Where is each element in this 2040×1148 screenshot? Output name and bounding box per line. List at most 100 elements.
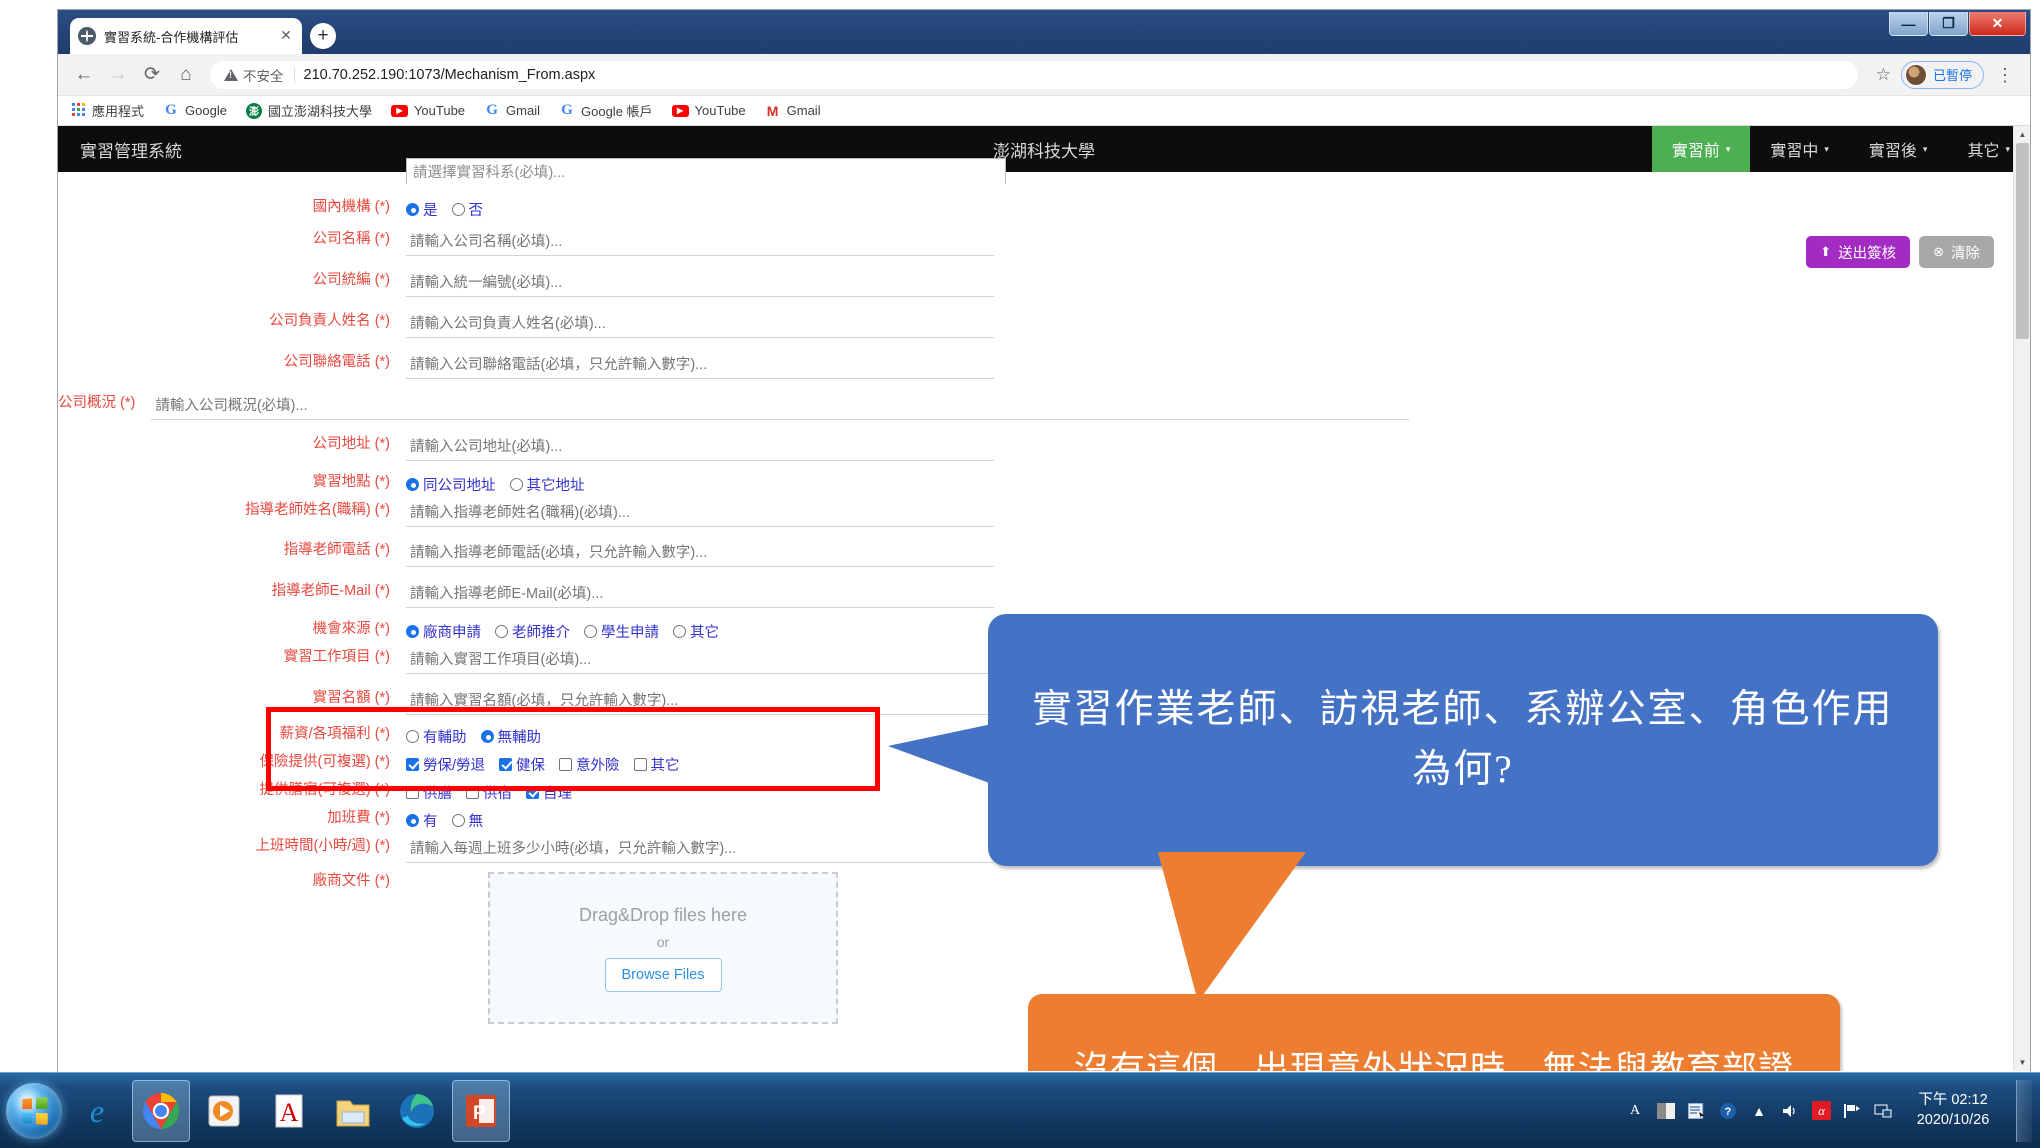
nav-label: 實習中 xyxy=(1770,143,1819,160)
radio-option-has-overtime[interactable]: 有 xyxy=(406,810,438,831)
nav-item-after-internship[interactable]: 實習後 ▾ xyxy=(1849,126,1948,172)
bookmark-star-icon[interactable]: ☆ xyxy=(1876,65,1891,85)
tax-id-input[interactable] xyxy=(406,271,994,297)
company-phone-input[interactable] xyxy=(406,353,994,379)
company-address-input[interactable] xyxy=(406,435,994,461)
company-profile-input[interactable] xyxy=(151,394,1410,420)
department-select[interactable]: 請選擇實習科系(必填)... xyxy=(406,158,1006,184)
radio-option-no[interactable]: 否 xyxy=(451,199,483,220)
bookmark-gmail-1[interactable]: G Gmail xyxy=(484,102,540,119)
browse-files-button[interactable]: Browse Files xyxy=(604,957,722,992)
radio-option-same-address[interactable]: 同公司地址 xyxy=(406,474,496,495)
owner-name-input[interactable] xyxy=(406,312,994,338)
nav-item-before-internship[interactable]: 實習前 ▾ xyxy=(1651,126,1751,172)
form-field xyxy=(406,582,1058,608)
form-label: 指導老師姓名(職稱) (*) xyxy=(245,502,390,518)
radio-icon xyxy=(406,729,419,743)
close-icon[interactable]: ✕ xyxy=(278,28,294,44)
not-secure-indicator[interactable]: 不安全 xyxy=(224,65,284,85)
ime-pad-icon[interactable] xyxy=(1686,1100,1708,1122)
quota-input[interactable] xyxy=(406,689,994,715)
checkbox-option-lodging[interactable]: 供宿 xyxy=(466,782,512,803)
checkbox-option-self-arranged[interactable]: 自理 xyxy=(526,782,572,803)
checkbox-option-labor-insurance[interactable]: 勞保/勞退 xyxy=(406,754,485,775)
teacher-email-input[interactable] xyxy=(406,582,994,608)
radio-option-other[interactable]: 其它 xyxy=(673,621,719,642)
back-icon[interactable]: ← xyxy=(68,59,100,91)
form-row-internship-location: 實習地點 (*) 同公司地址 其它地址 xyxy=(58,473,1058,495)
taskbar-powerpoint[interactable]: P xyxy=(452,1079,510,1142)
radio-option-subsidized[interactable]: 有輔助 xyxy=(406,726,467,747)
taskbar-google-chrome[interactable] xyxy=(132,1079,190,1142)
checkbox-label: 勞保/勞退 xyxy=(423,757,486,774)
radio-option-no-overtime[interactable]: 無 xyxy=(451,810,483,831)
chevron-down-icon: ▾ xyxy=(1824,143,1829,154)
taskbar-adobe-reader[interactable]: A xyxy=(260,1080,318,1142)
home-icon[interactable]: ⌂ xyxy=(170,59,202,91)
browser-tab[interactable]: 實習系統-合作機構評估 ✕ xyxy=(70,18,302,54)
bookmark-youtube-1[interactable]: ▶ YouTube xyxy=(390,103,465,118)
form-label: 指導老師電話 (*) xyxy=(283,542,390,558)
network-flag-icon[interactable] xyxy=(1841,1100,1863,1122)
reload-icon[interactable]: ⟳ xyxy=(136,59,168,91)
checkbox-option-meals[interactable]: 供膳 xyxy=(406,782,452,803)
profile-chip[interactable]: 已暫停 xyxy=(1900,60,1984,89)
address-bar[interactable]: 不安全 210.70.252.190:1073/Mechanism_From.a… xyxy=(210,60,1858,89)
work-hours-input[interactable] xyxy=(406,837,994,863)
company-name-input[interactable] xyxy=(406,230,994,256)
clear-button[interactable]: ⊗ 清除 xyxy=(1919,236,1994,268)
checkbox-icon xyxy=(633,757,647,771)
scrollbar-thumb[interactable] xyxy=(2016,143,2029,339)
checkbox-option-health-insurance[interactable]: 健保 xyxy=(499,754,545,775)
bookmark-npu[interactable]: 澎 國立澎湖科技大學 xyxy=(245,101,372,120)
show-desktop-button[interactable] xyxy=(2016,1079,2032,1142)
taskbar-microsoft-edge[interactable] xyxy=(388,1080,446,1142)
not-secure-label: 不安全 xyxy=(243,68,284,84)
radio-option-other-address[interactable]: 其它地址 xyxy=(509,474,585,495)
page-scrollbar[interactable]: ▲ ▼ xyxy=(2013,126,2030,1071)
teacher-name-input[interactable] xyxy=(406,501,994,527)
radio-icon xyxy=(451,202,465,216)
bookmark-google-account[interactable]: G Google 帳戶 xyxy=(559,101,652,120)
checkbox-option-other-insurance[interactable]: 其它 xyxy=(633,754,680,775)
taskbar-file-explorer[interactable] xyxy=(324,1080,382,1142)
minimize-button[interactable]: — xyxy=(1889,12,1928,36)
browser-toolbar: ← → ⟳ ⌂ 不安全 210.70.252.190:1073/Mechanis… xyxy=(58,54,2030,96)
radio-option-teacher-referral[interactable]: 老師推介 xyxy=(495,621,570,642)
help-icon[interactable]: ? xyxy=(1717,1100,1739,1122)
desktop-background: 實習系統-合作機構評估 ✕ + — ❐ ✕ ← → ⟳ ⌂ 不安全 210. xyxy=(0,0,2040,1148)
ime-keyboard-icon[interactable] xyxy=(1655,1100,1677,1122)
avira-icon[interactable]: α xyxy=(1810,1100,1832,1122)
radio-option-yes[interactable]: 是 xyxy=(406,199,438,220)
taskbar-internet-explorer[interactable]: e xyxy=(68,1080,126,1142)
file-dropzone[interactable]: Drag&Drop files here or Browse Files xyxy=(488,872,838,1024)
svg-text:?: ? xyxy=(1725,1106,1732,1118)
taskbar-media-player[interactable] xyxy=(196,1080,254,1142)
nav-item-other[interactable]: 其它 ▾ xyxy=(1947,126,2030,172)
display-icon[interactable] xyxy=(1872,1100,1894,1122)
work-items-input[interactable] xyxy=(406,648,994,674)
scroll-down-icon[interactable]: ▼ xyxy=(2014,1054,2030,1071)
taskbar-clock[interactable]: 下午 02:12 2020/10/26 xyxy=(1903,1091,2003,1130)
radio-option-student-apply[interactable]: 學生申請 xyxy=(584,621,659,642)
new-tab-button[interactable]: + xyxy=(310,23,336,49)
bookmark-gmail-2[interactable]: M Gmail xyxy=(765,103,821,119)
submit-for-approval-button[interactable]: ⬆ 送出簽核 xyxy=(1806,236,1911,268)
close-window-button[interactable]: ✕ xyxy=(1969,12,2026,36)
checkbox-option-accident-insurance[interactable]: 意外險 xyxy=(559,754,620,775)
show-hidden-icons-icon[interactable]: ▲ xyxy=(1748,1100,1770,1122)
nav-item-during-internship[interactable]: 實習中 ▾ xyxy=(1750,126,1849,172)
forward-icon[interactable]: → xyxy=(102,59,134,91)
volume-icon[interactable] xyxy=(1779,1100,1801,1122)
bookmark-google[interactable]: G Google xyxy=(163,102,227,119)
radio-option-not-subsidized[interactable]: 無輔助 xyxy=(480,726,541,747)
ime-A-icon[interactable]: A xyxy=(1624,1100,1646,1122)
kebab-menu-icon[interactable]: ⋮ xyxy=(1990,66,2020,84)
teacher-phone-input[interactable] xyxy=(406,541,994,567)
bookmark-apps[interactable]: 應用程式 xyxy=(70,101,144,120)
bookmark-youtube-2[interactable]: ▶ YouTube xyxy=(671,103,746,118)
radio-option-vendor-apply[interactable]: 廠商申請 xyxy=(406,621,481,642)
svg-text:P: P xyxy=(473,1103,486,1124)
windows-start-orb[interactable] xyxy=(6,1082,62,1139)
maximize-button[interactable]: ❐ xyxy=(1929,12,1968,36)
